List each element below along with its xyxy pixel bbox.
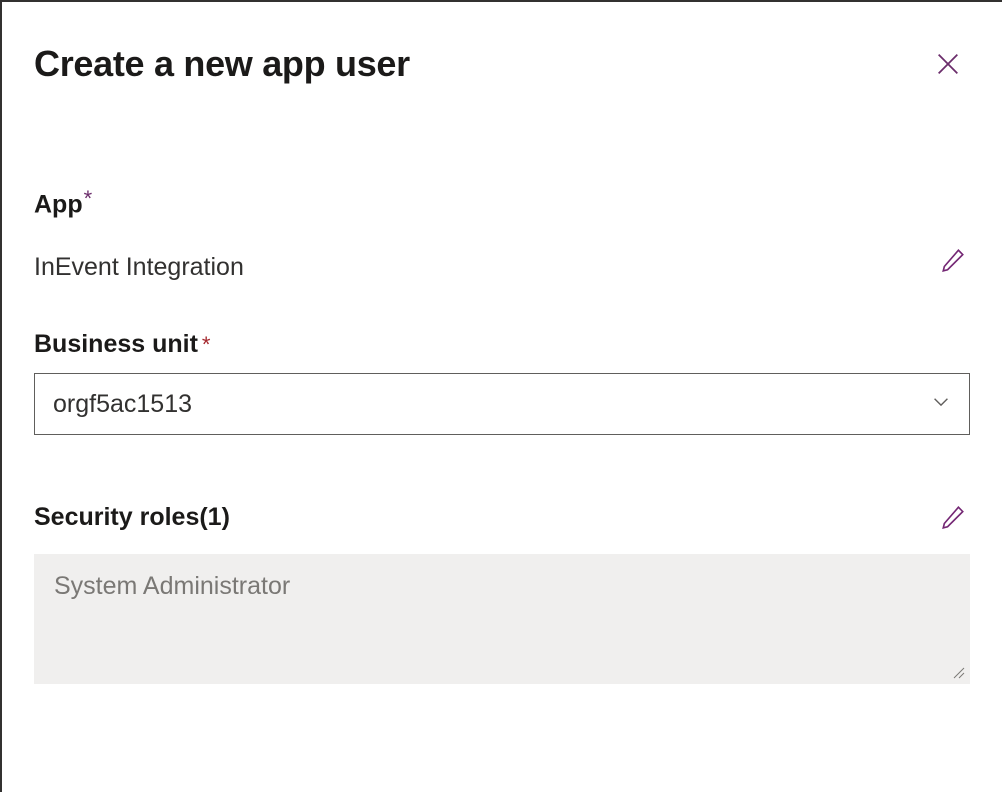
security-roles-field-group: Security roles(1) System Administrator <box>34 500 970 684</box>
panel-header: Create a new app user <box>34 42 970 86</box>
business-unit-select[interactable]: orgf5ac1513 <box>34 373 970 435</box>
app-field-group: App* InEvent Integration <box>34 186 970 282</box>
resize-handle[interactable] <box>952 666 966 680</box>
business-unit-label-row: Business unit* <box>34 330 970 359</box>
app-label-row: App* <box>34 186 970 219</box>
pencil-icon <box>940 504 966 530</box>
required-indicator: * <box>84 186 93 211</box>
edit-security-roles-button[interactable] <box>936 500 970 534</box>
business-unit-selected-value: orgf5ac1513 <box>53 390 192 419</box>
create-app-user-panel: Create a new app user App* InEvent Integ… <box>0 0 1002 792</box>
panel-title: Create a new app user <box>34 43 410 85</box>
security-roles-label: Security roles(1) <box>34 503 230 532</box>
security-roles-label-row: Security roles(1) <box>34 500 970 534</box>
business-unit-select-wrapper: orgf5ac1513 <box>34 373 970 435</box>
business-unit-field-group: Business unit* orgf5ac1513 <box>34 330 970 435</box>
close-button[interactable] <box>926 42 970 86</box>
edit-app-button[interactable] <box>936 243 970 277</box>
pencil-icon <box>940 247 966 273</box>
security-role-item: System Administrator <box>54 572 950 601</box>
business-unit-label: Business unit <box>34 330 198 358</box>
required-indicator: * <box>202 332 211 357</box>
app-label: App <box>34 190 83 218</box>
app-value: InEvent Integration <box>34 253 244 282</box>
security-roles-box[interactable]: System Administrator <box>34 554 970 684</box>
close-icon <box>934 50 962 78</box>
